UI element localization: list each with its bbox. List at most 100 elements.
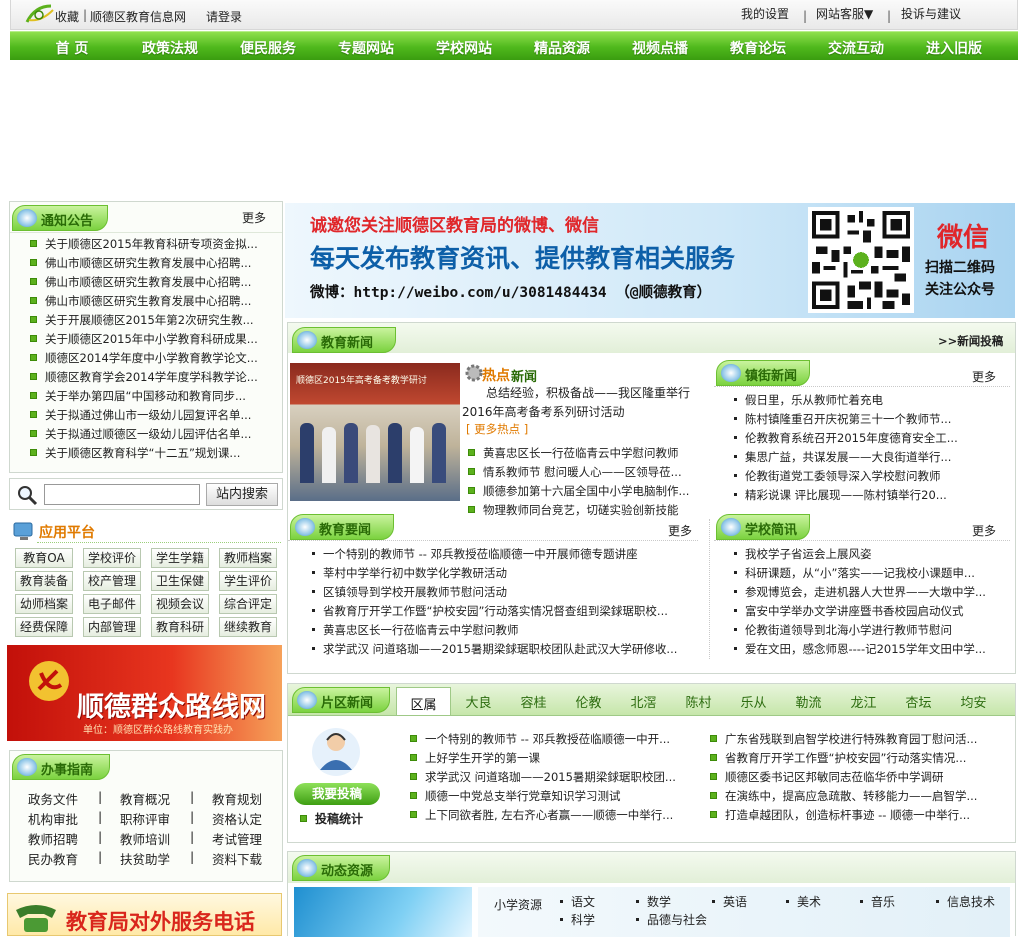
list-item[interactable]: 富安中学举办文学讲座暨书香校园启动仪式 xyxy=(734,602,1004,621)
list-item[interactable]: 省教育厅开学工作暨“护校安园”行动落实情况... xyxy=(710,749,1008,768)
app-button[interactable]: 教育科研 xyxy=(151,617,209,637)
tab-daliang[interactable]: 大良 xyxy=(451,692,506,711)
list-item[interactable]: 爱在文田，感念师恩----记2015学年文田中学... xyxy=(734,640,1004,659)
list-item[interactable]: 陈村镇隆重召开庆祝第三十一个教师节... xyxy=(734,410,1004,429)
subject-link[interactable]: 语文 xyxy=(560,893,595,910)
phone-banner[interactable]: 教育局对外服务电话 xyxy=(7,893,282,936)
nav-resources[interactable]: 精品资源 xyxy=(514,38,610,58)
edu-brief-more-link[interactable]: 更多 xyxy=(668,522,692,539)
app-button[interactable]: 教师档案 xyxy=(219,548,277,568)
list-item[interactable]: 一个特别的教师节 -- 邓兵教授莅临顺德一中开... xyxy=(410,730,700,749)
notice-more-link[interactable]: 更多 xyxy=(242,209,266,226)
app-button[interactable]: 卫生保健 xyxy=(151,571,209,591)
list-item[interactable]: 上好学生开学的第一课 xyxy=(410,749,700,768)
list-item[interactable]: 在演练中，提高应急疏散、转移能力——启智学... xyxy=(710,787,1008,806)
my-settings-link[interactable]: 我的设置 xyxy=(741,5,789,22)
guide-link[interactable]: 教育概况 xyxy=(120,789,170,808)
tab-daliang-district[interactable]: 区属 xyxy=(396,687,451,715)
tab-longjiang[interactable]: 龙江 xyxy=(836,692,891,711)
app-button[interactable]: 幼师档案 xyxy=(15,594,73,614)
list-item[interactable]: 我校学子省运会上展风姿 xyxy=(734,545,1004,564)
app-button[interactable]: 校产管理 xyxy=(83,571,141,591)
tab-lecong[interactable]: 乐从 xyxy=(726,692,781,711)
nav-old-version[interactable]: 进入旧版 xyxy=(906,38,1002,58)
app-button[interactable]: 综合评定 xyxy=(219,594,277,614)
subject-link[interactable]: 英语 xyxy=(712,893,747,910)
subject-link[interactable]: 数学 xyxy=(636,893,671,910)
news-submit-link[interactable]: >>新闻投稿 xyxy=(938,333,1003,349)
list-item[interactable]: 佛山市顺德区研究生教育发展中心招聘... xyxy=(30,273,280,292)
app-button[interactable]: 学校评价 xyxy=(83,548,141,568)
list-item[interactable]: 顺德一中党总支举行党章知识学习测试 xyxy=(410,787,700,806)
app-button[interactable]: 学生评价 xyxy=(219,571,277,591)
list-item[interactable]: 伦教教育系统召开2015年度德育安全工... xyxy=(734,429,1004,448)
list-item[interactable]: 关于拟通过顺德区一级幼儿园评估名单... xyxy=(30,425,280,444)
list-item[interactable]: 关于拟通过佛山市一级幼儿园复评名单... xyxy=(30,406,280,425)
nav-interaction[interactable]: 交流互动 xyxy=(808,38,904,58)
hot-summary[interactable]: 总结经验，积极备战——我区隆重举行2016年高考备考系列研讨活动 xyxy=(462,384,702,422)
subject-link[interactable]: 品德与社会 xyxy=(636,911,707,928)
app-button[interactable]: 继续教育 xyxy=(219,617,277,637)
tab-beijiao[interactable]: 北滘 xyxy=(616,692,671,711)
subject-link[interactable]: 美术 xyxy=(786,893,821,910)
tab-jun-an[interactable]: 均安 xyxy=(946,692,1001,711)
submit-article-button[interactable]: 我要投稿 xyxy=(294,783,380,805)
list-item[interactable]: 佛山市顺德区研究生教育发展中心招聘... xyxy=(30,254,280,273)
nav-service[interactable]: 便民服务 xyxy=(220,38,316,58)
subject-link[interactable]: 音乐 xyxy=(860,893,895,910)
school-brief-more-link[interactable]: 更多 xyxy=(972,522,996,539)
nav-policy[interactable]: 政策法规 xyxy=(122,38,218,58)
list-item[interactable]: 伦教街道党工委领导深入学校慰问教师 xyxy=(734,467,1004,486)
list-item[interactable]: 黄喜忠区长一行莅临青云中学慰问教师 xyxy=(312,621,700,640)
list-item[interactable]: 一个特别的教师节 -- 邓兵教授莅临顺德一中开展师德专题讲座 xyxy=(312,545,700,564)
nav-video[interactable]: 视频点播 xyxy=(612,38,708,58)
nav-forum[interactable]: 教育论坛 xyxy=(710,38,806,58)
list-item[interactable]: 区镇领导到学校开展教师节慰问活动 xyxy=(312,583,700,602)
hot-more-link[interactable]: [ 更多热点 ] xyxy=(466,421,528,437)
weibo-banner[interactable]: 诚邀您关注顺德区教育局的微博、微信 每天发布教育资讯、提供教育相关服务 微博：h… xyxy=(285,203,1015,318)
tab-lunjiao[interactable]: 伦教 xyxy=(561,692,616,711)
service-dropdown[interactable]: 网站客服▼ xyxy=(816,5,873,22)
list-item[interactable]: 关于举办第四届“中国移动和教育同步... xyxy=(30,387,280,406)
guide-link[interactable]: 机构审批 xyxy=(28,809,78,828)
guide-link[interactable]: 资料下载 xyxy=(212,849,262,868)
app-button[interactable]: 教育OA xyxy=(15,548,73,568)
guide-link[interactable]: 资格认定 xyxy=(212,809,262,828)
tab-ronggui[interactable]: 容桂 xyxy=(506,692,561,711)
nav-schools[interactable]: 学校网站 xyxy=(416,38,512,58)
guide-link[interactable]: 职称评审 xyxy=(120,809,170,828)
list-item[interactable]: 打造卓越团队，创造标杆事迹 -- 顺德一中举行... xyxy=(710,806,1008,825)
complaint-link[interactable]: 投诉与建议 xyxy=(901,5,961,22)
site-name-link[interactable]: 顺德区教育信息网 xyxy=(90,8,186,25)
list-item[interactable]: 顺德区2014学年度中小学教育教学论文... xyxy=(30,349,280,368)
list-item[interactable]: 科研课题，从“小”落实——记我校小课题申... xyxy=(734,564,1004,583)
list-item[interactable]: 物理教师同台竞艺，切磋实验创新技能 xyxy=(468,501,698,520)
app-button[interactable]: 视频会议 xyxy=(151,594,209,614)
list-item[interactable]: 情系教师节 慰问暖人心——区领导莅... xyxy=(468,463,698,482)
list-item[interactable]: 关于开展顺德区2015年第2次研究生教... xyxy=(30,311,280,330)
list-item[interactable]: 假日里，乐从教师忙着充电 xyxy=(734,391,1004,410)
guide-link[interactable]: 扶贫助学 xyxy=(120,849,170,868)
list-item[interactable]: 精彩说课 评比展现——陈村镇举行20... xyxy=(734,486,1004,505)
town-news-more-link[interactable]: 更多 xyxy=(972,368,996,385)
list-item[interactable]: 顺德区委书记区邦敏同志莅临华侨中学调研 xyxy=(710,768,1008,787)
guide-link[interactable]: 政务文件 xyxy=(28,789,78,808)
search-button[interactable]: 站内搜索 xyxy=(206,483,278,506)
tab-chencun[interactable]: 陈村 xyxy=(671,692,726,711)
guide-link[interactable]: 教师招聘 xyxy=(28,829,78,848)
tab-xingtan[interactable]: 杏坛 xyxy=(891,692,946,711)
subject-link[interactable]: 科学 xyxy=(560,911,595,928)
list-item[interactable]: 上下同欲者胜, 左右齐心者赢——顺德一中举行... xyxy=(410,806,700,825)
guide-link[interactable]: 教育规划 xyxy=(212,789,262,808)
list-item[interactable]: 参观博览会，走进机器人大世界——大墩中学... xyxy=(734,583,1004,602)
list-item[interactable]: 顺德区教育学会2014学年度学科教学论... xyxy=(30,368,280,387)
app-button[interactable]: 经费保障 xyxy=(15,617,73,637)
mass-line-banner[interactable]: 顺德群众路线网 单位：顺德区群众路线教育实践办 xyxy=(7,645,282,741)
list-item[interactable]: 莘村中学举行初中数学化学教研活动 xyxy=(312,564,700,583)
list-item[interactable]: 省教育厅开学工作暨“护校安园”行动落实情况督查组到梁銶琚职校... xyxy=(312,602,700,621)
list-item[interactable]: 佛山市顺德区研究生教育发展中心招聘... xyxy=(30,292,280,311)
guide-link[interactable]: 考试管理 xyxy=(212,829,262,848)
list-item[interactable]: 求学武汉 问道珞珈——2015暑期梁銶琚职校团... xyxy=(410,768,700,787)
list-item[interactable]: 广东省残联到启智学校进行特殊教育园丁慰问活... xyxy=(710,730,1008,749)
nav-home[interactable]: 首 页 xyxy=(24,38,120,58)
